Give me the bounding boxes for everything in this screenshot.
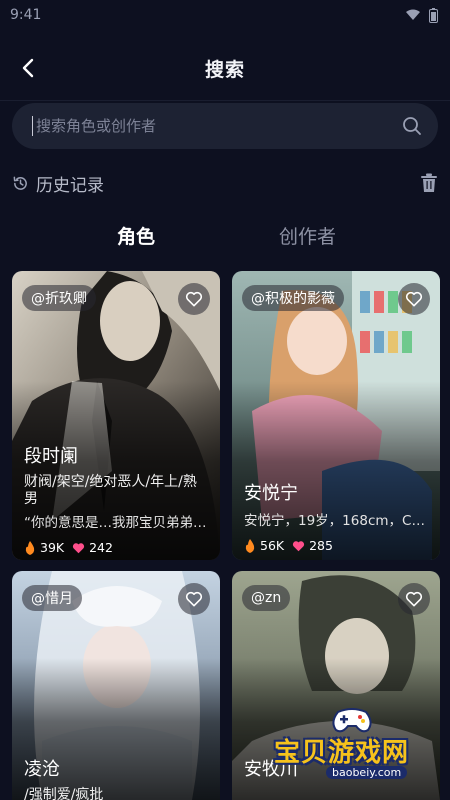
flame-icon [245,538,255,553]
back-button[interactable] [14,54,42,82]
author-tag[interactable]: @惜月 [22,585,82,611]
tab-creators[interactable]: 创作者 [279,222,336,249]
card-stats: 56K 285 [244,538,430,553]
likes-count: 242 [89,540,113,555]
card-stats: 39K 242 [24,540,210,555]
search-icon[interactable] [402,116,422,136]
likes-stat: 285 [292,538,333,553]
trash-icon[interactable] [420,173,438,193]
wifi-icon [406,9,420,20]
heat-count: 39K [40,540,65,555]
character-card[interactable]: @折玖卿 段时阑 财阀/架空/绝对恶人/年上/熟男 “你的意思是…我那宝贝弟弟…… [12,271,220,560]
likes-count: 285 [309,538,333,553]
history-section: 历史记录 [12,168,438,198]
author-tag[interactable]: @折玖卿 [22,285,96,311]
character-card[interactable]: @积极的影薇 安悦宁 安悦宁，19岁，168cm，C… 56K 285 [232,271,440,560]
author-tag[interactable]: @zn [242,585,291,611]
heat-stat: 39K [24,540,64,555]
card-info: 凌沧 /强制爱/疯批 [24,758,210,800]
author-tag[interactable]: @积极的影薇 [242,285,344,311]
favorite-button[interactable] [178,583,210,615]
flame-icon [25,540,35,555]
heart-filled-icon [73,542,85,553]
favorite-button[interactable] [178,283,210,315]
character-tags: /强制爱/疯批 [24,787,104,800]
character-name: 段时阑 [24,446,78,467]
heart-outline-icon [185,291,203,307]
search-input[interactable] [32,116,402,136]
character-name: 安悦宁 [244,483,298,504]
heat-count: 56K [260,538,285,553]
heat-stat: 56K [244,538,284,553]
page-title: 搜索 [204,58,245,81]
battery-icon [429,7,438,23]
gamepad-icon [332,708,372,733]
search-bar [12,103,438,149]
favorite-button[interactable] [398,283,430,315]
history-header: 历史记录 [12,171,104,196]
watermark-text: 宝贝游戏网 [274,738,410,768]
watermark-url: baobeiy.com [326,766,408,779]
status-time: 9:41 [10,7,42,23]
character-card[interactable]: @惜月 凌沧 /强制爱/疯批 [12,571,220,800]
heart-outline-icon [185,591,203,607]
clock-history-icon [13,176,27,190]
heart-filled-icon [293,540,305,551]
card-info: 段时阑 财阀/架空/绝对恶人/年上/熟男 “你的意思是…我那宝贝弟弟… 39K … [24,445,210,555]
chevron-left-icon [22,58,34,78]
character-name: 凌沧 [24,759,60,780]
likes-stat: 242 [72,540,113,555]
character-description: “你的意思是…我那宝贝弟弟… [24,515,207,531]
character-description: 安悦宁，19岁，168cm，C… [244,513,425,529]
site-watermark: 宝贝游戏网 baobeiy.com [270,708,450,790]
card-info: 安悦宁 安悦宁，19岁，168cm，C… 56K 285 [244,482,430,553]
history-title: 历史记录 [36,175,104,196]
result-tabs: 角色 创作者 [0,222,450,262]
header: 搜索 [0,40,450,96]
heart-outline-icon [405,291,423,307]
heart-outline-icon [405,591,423,607]
status-bar: 9:41 [0,0,450,30]
favorite-button[interactable] [398,583,430,615]
tab-roles[interactable]: 角色 [117,222,155,249]
character-tags: 财阀/架空/绝对恶人/年上/熟男 [24,474,197,507]
status-icons [405,7,438,23]
header-divider [0,100,450,101]
